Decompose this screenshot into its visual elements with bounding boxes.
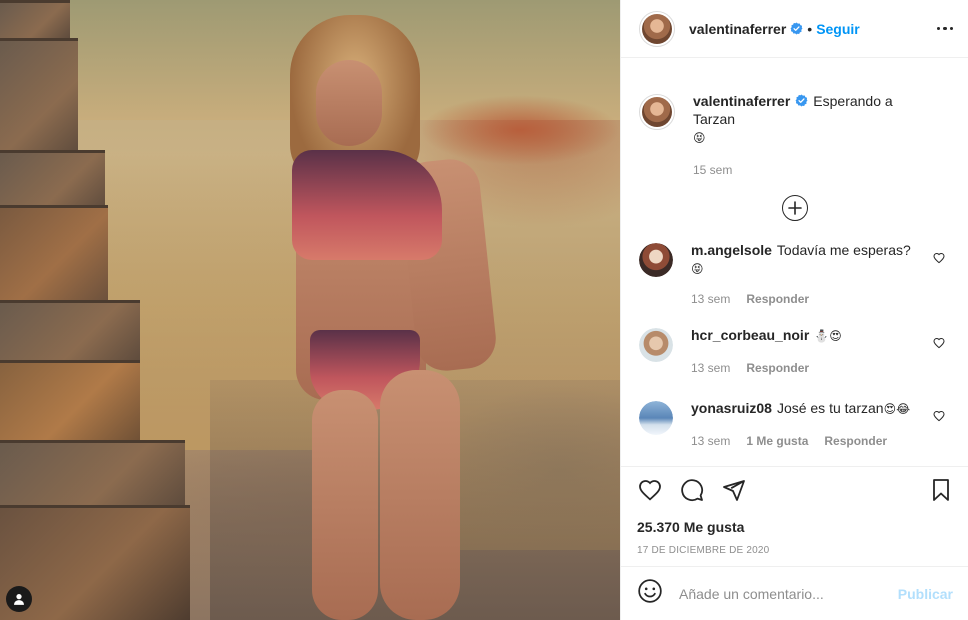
reply-button[interactable]: Responder [824,432,887,450]
publish-button[interactable]: Publicar [898,586,953,602]
more-options-icon[interactable] [936,26,953,31]
figure-leg [312,390,378,620]
author-avatar[interactable] [639,94,675,130]
stair-stone [0,150,105,212]
commenter-avatar[interactable] [639,401,673,435]
comment-bubble-icon[interactable] [679,478,705,507]
comment-body: hcr_corbeau_noir ⛄😍 13 sem Responder [691,326,953,377]
stair-stone [0,360,140,445]
post-sidebar: valentinaferrer • Seguir valentinaferrer… [620,0,968,620]
comment-username[interactable]: m.angelsole [691,242,772,258]
action-bar [637,477,953,508]
reply-button[interactable]: Responder [746,359,809,377]
verified-badge-icon [795,94,808,107]
scenery-dirt [420,95,620,165]
tagged-user-icon[interactable] [6,586,32,612]
comment-time[interactable]: 13 sem [691,359,730,377]
verified-badge-icon [790,22,803,35]
author-avatar[interactable] [639,10,675,47]
caption-username[interactable]: valentinaferrer [693,93,790,109]
header-separator: • [807,20,813,37]
stair-stone [0,38,78,158]
comment-username[interactable]: hcr_corbeau_noir [691,327,809,343]
likes-count[interactable]: 25.370 Me gusta [637,519,953,535]
caption-row: valentinaferrer Esperando a Tarzan 😝 15 s… [621,92,968,179]
comment-emoji: ⛄😍 [814,329,842,343]
plus-circle-icon[interactable] [782,195,808,221]
comment-row: hcr_corbeau_noir ⛄😍 13 sem Responder [621,326,968,377]
comment-time[interactable]: 13 sem [691,290,730,308]
comment-like-heart-icon[interactable] [933,251,945,264]
comment-body: yonasruiz08 José es tu tarzan😍😂 13 sem 1 M… [691,399,953,450]
comment-username[interactable]: yonasruiz08 [691,400,772,416]
comment-text: José es tu tarzan [776,400,884,416]
heart-icon[interactable] [637,478,663,507]
comments-list: valentinaferrer Esperando a Tarzan 😝 15 s… [621,76,968,450]
follow-button[interactable]: Seguir [816,21,860,37]
comment-emoji: 😝 [691,262,704,276]
comment-time[interactable]: 13 sem [691,432,730,450]
post-header: valentinaferrer • Seguir [621,0,968,58]
comment-input[interactable] [679,585,898,602]
stair-stone [0,0,70,40]
author-username[interactable]: valentinaferrer [689,21,786,37]
comment-row: m.angelsole Todavía me esperas? 😝 13 sem R… [621,241,968,308]
stair-stone [0,440,185,510]
post-photo[interactable] [0,0,620,620]
comment-likes-count[interactable]: 1 Me gusta [746,432,808,450]
load-more-comments[interactable] [621,195,968,221]
comment-like-heart-icon[interactable] [933,409,945,422]
caption: valentinaferrer Esperando a Tarzan 😝 15 s… [693,92,953,179]
paper-plane-icon[interactable] [721,478,747,507]
post-date[interactable]: 17 DE DICIEMBRE DE 2020 [637,545,953,556]
caption-emoji: 😝 [693,131,706,145]
comment-composer: Publicar [621,566,968,620]
caption-time[interactable]: 15 sem [693,161,732,179]
figure-face [316,60,382,146]
commenter-avatar[interactable] [639,328,673,362]
comment-row: yonasruiz08 José es tu tarzan😍😂 13 sem 1 M… [621,399,968,450]
smiley-icon[interactable] [637,578,663,609]
bookmark-icon[interactable] [929,477,953,508]
comment-like-heart-icon[interactable] [933,336,945,349]
stair-stone [0,300,140,365]
figure-top [292,150,442,260]
comment-emoji: 😍😂 [883,402,911,416]
stair-stone [0,205,108,305]
comment-body: m.angelsole Todavía me esperas? 😝 13 sem R… [691,241,953,308]
reply-button[interactable]: Responder [746,290,809,308]
figure-leg [380,370,460,620]
post-actions: 25.370 Me gusta 17 DE DICIEMBRE DE 2020 [621,466,968,556]
commenter-avatar[interactable] [639,243,673,277]
comment-text: Todavía me esperas? [776,242,911,258]
